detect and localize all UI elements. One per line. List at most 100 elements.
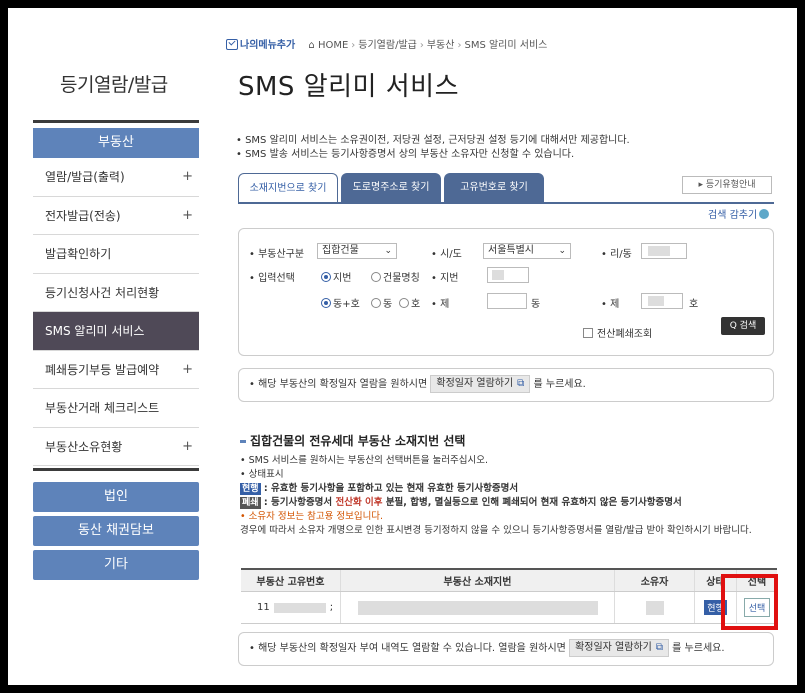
sidebar-item-label: SMS 알리미 서비스	[45, 324, 145, 338]
radio-checked-icon	[321, 298, 331, 308]
sidebar-item-case-status[interactable]: 등기신청사건 처리현황	[33, 274, 199, 312]
je-ho-label: • 제	[601, 299, 620, 310]
sidebar-item-label: 부동산거래 체크리스트	[45, 401, 160, 415]
info-text-suffix: 를 누르세요.	[672, 643, 725, 654]
ri-dong-input[interactable]	[641, 243, 687, 259]
red-highlight-box	[721, 574, 778, 630]
status-closed-badge: 폐쇄	[240, 497, 261, 509]
sidebar-item-view-issue[interactable]: 열람/발급(출력) +	[33, 158, 199, 197]
radio-building-label: 건물명칭	[383, 273, 420, 284]
input-select-label: • 입력선택	[249, 273, 295, 284]
ri-dong-label: • 리/동	[601, 249, 632, 260]
sidebar-item-label: 열람/발급(출력)	[45, 170, 125, 184]
sido-select[interactable]: 서울특별시 ⌄	[483, 243, 571, 259]
sidebar-bottom-divider	[33, 468, 199, 471]
property-type-label: • 부동산구분	[249, 249, 305, 260]
radio-dong-ho[interactable]: 동+호	[321, 295, 360, 310]
expand-icon[interactable]: +	[182, 428, 193, 466]
closed-record-label: 전산폐쇄조회	[597, 329, 653, 340]
redacted-value	[492, 270, 504, 280]
tab-by-road[interactable]: 도로명주소로 찾기	[341, 173, 441, 203]
desc-line: • 상태표시	[240, 469, 284, 480]
dong-suffix: 동	[531, 299, 541, 310]
sidebar-item-label: 폐쇄등기부등 발급예약	[45, 362, 160, 377]
external-link-icon: ⧉	[655, 642, 663, 653]
radio-ho[interactable]: 호	[399, 295, 420, 310]
radio-icon	[371, 272, 381, 282]
closed-record-checkbox[interactable]: 전산폐쇄조회	[583, 325, 652, 340]
status-closed-highlight: 전산화 이후	[335, 497, 383, 508]
search-tabs: 소재지번으로 찾기 도로명주소로 찾기 고유번호로 찾기	[238, 173, 547, 203]
status-closed-text: : 등기사항증명서	[263, 497, 333, 508]
section-description: • SMS 서비스를 원하시는 부동산의 선택버튼을 눌러주십시오. • 상태표…	[240, 454, 780, 538]
property-type-select[interactable]: 집합건물 ⌄	[317, 243, 397, 259]
status-current-badge: 현행	[240, 483, 261, 495]
sidebar-item-label: 전자발급(전송)	[45, 208, 121, 223]
sidebar-item-ownership[interactable]: 부동산소유현황 +	[33, 428, 199, 466]
search-form: • 부동산구분 집합건물 ⌄ • 시/도 서울특별시 ⌄ • 리/동 • 입력선택 …	[238, 228, 774, 356]
sidebar-head-realestate[interactable]: 부동산	[33, 128, 199, 158]
radio-dong[interactable]: 동	[371, 295, 392, 310]
radio-icon	[399, 298, 409, 308]
external-link-icon: ⧉	[517, 378, 525, 389]
desc-line: • SMS 서비스를 원하시는 부동산의 선택버튼을 눌러주십시오.	[240, 455, 489, 466]
breadcrumb-home[interactable]: HOME	[318, 40, 348, 51]
fixed-date-view-button[interactable]: 확정일자 열람하기 ⧉	[430, 375, 531, 393]
hide-search-toggle[interactable]: 검색 감추기	[708, 206, 770, 221]
note-line: • SMS 알리미 서비스는 소유권이전, 저당권 설정, 근저당권 설정 등기…	[236, 135, 630, 146]
add-my-menu-link[interactable]: 나의메뉴추가	[240, 40, 295, 51]
radio-building-name[interactable]: 건물명칭	[371, 269, 420, 284]
ho-input[interactable]	[641, 293, 683, 309]
jibun-input[interactable]	[487, 267, 529, 283]
redacted-value	[357, 600, 598, 615]
registry-type-guide-button[interactable]: ▸ 등기유형안내	[682, 176, 772, 194]
cell-owner	[615, 592, 695, 623]
status-closed-line: 폐쇄 : 등기사항증명서 전산화 이후 분필, 합병, 멸실등으로 인해 폐쇄되…	[240, 496, 780, 510]
redacted-value	[648, 296, 664, 306]
dong-input[interactable]	[487, 293, 527, 309]
col-header-address: 부동산 소재지번	[341, 570, 615, 591]
tab-by-id[interactable]: 고유번호로 찾기	[444, 173, 544, 203]
fixed-date-view-button-2[interactable]: 확정일자 열람하기 ⧉	[569, 639, 669, 657]
radio-dong-label: 동	[383, 299, 393, 310]
search-button[interactable]: Q 검색	[721, 317, 765, 335]
sidebar-item-checklist[interactable]: 부동산거래 체크리스트	[33, 389, 199, 428]
hide-search-label: 검색 감추기	[708, 210, 758, 221]
sidebar-divider	[33, 120, 199, 123]
sidebar-item-verify[interactable]: 발급확인하기	[33, 235, 199, 274]
sidebar-item-e-issue[interactable]: 전자발급(전송) +	[33, 197, 199, 235]
expand-icon[interactable]: +	[182, 351, 193, 389]
status-current-text: : 유효한 등기사항을 포함하고 있는 현재 유효한 등기사항증명서	[263, 483, 519, 494]
sidebar-item-closed-reserve[interactable]: 폐쇄등기부등 발급예약 +	[33, 351, 199, 389]
sidebar-menu: 열람/발급(출력) + 전자발급(전송) + 발급확인하기 등기신청사건 처리현황 …	[33, 158, 199, 466]
radio-jibun-label: 지번	[333, 273, 352, 284]
fixed-date-info: • 해당 부동산의 확정일자 열람을 원하시면 확정일자 열람하기 ⧉ 를 누르세…	[238, 368, 774, 402]
jibun-label: • 지번	[431, 273, 459, 284]
sidebar-etc-button[interactable]: 기타	[33, 550, 199, 580]
breadcrumb-view-issue[interactable]: 등기열람/발급	[358, 40, 417, 51]
expand-icon[interactable]: +	[182, 158, 193, 196]
expand-icon[interactable]: +	[182, 197, 193, 235]
table-row: 11; 현행 선택	[241, 592, 777, 624]
info-text-suffix: 를 누르세요.	[533, 379, 586, 390]
page: 등기열람/발급 부동산 열람/발급(출력) + 전자발급(전송) + 발급확인하기 …	[8, 8, 797, 685]
col-header-id: 부동산 고유번호	[241, 570, 341, 591]
sidebar-title: 등기열람/발급	[60, 74, 168, 96]
section-title: 집합건물의 전유세대 부동산 소재지번 선택	[240, 432, 465, 449]
col-header-owner: 소유자	[615, 570, 695, 591]
status-closed-text2: 분필, 합병, 멸실등으로 인해 폐쇄되어 현재 유효하지 않은 등기사항증명서	[385, 497, 682, 508]
radio-jibun[interactable]: 지번	[321, 269, 351, 284]
sidebar-item-sms[interactable]: SMS 알리미 서비스	[33, 312, 199, 351]
fixed-date-history-info: • 해당 부동산의 확정일자 부여 내역도 열람할 수 있습니다. 열람을 원하…	[238, 632, 774, 666]
fixed-date-btn-label: 확정일자 열람하기	[436, 378, 514, 389]
id-prefix: 11	[257, 602, 270, 613]
sidebar-movable-button[interactable]: 동산 채권담보	[33, 516, 199, 546]
sidebar-corp-button[interactable]: 법인	[33, 482, 199, 512]
page-title: SMS 알리미 서비스	[238, 72, 459, 102]
table-header: 부동산 고유번호 부동산 소재지번 소유자 상태 선택	[241, 570, 777, 592]
owner-note: • 소유자 정보는 참고용 정보입니다.	[240, 511, 384, 522]
breadcrumb-realestate[interactable]: 부동산	[427, 40, 455, 51]
owner-detail: 경우에 따라서 소유자 개명으로 인한 표시변경 등기정하지 않을 수 있으니 …	[240, 525, 752, 536]
tab-by-lot[interactable]: 소재지번으로 찾기	[238, 173, 338, 203]
sidebar-item-label: 등기신청사건 처리현황	[45, 285, 160, 300]
